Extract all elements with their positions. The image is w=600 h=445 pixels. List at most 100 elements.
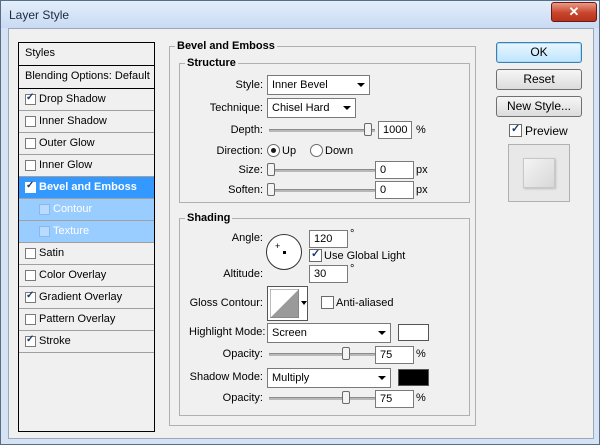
depth-slider-track[interactable]	[269, 129, 375, 132]
style-item-label: Contour	[53, 203, 93, 215]
preview-label: Preview	[525, 124, 568, 138]
style-checkbox[interactable]	[25, 116, 36, 127]
shadow-mode-label: Shadow Mode:	[189, 371, 263, 383]
direction-up-radio[interactable]	[267, 144, 280, 157]
shadow-opacity-label: Opacity:	[222, 392, 263, 404]
style-checkbox[interactable]	[25, 290, 36, 303]
gloss-contour-label: Gloss Contour:	[189, 297, 263, 309]
depth-unit: %	[416, 124, 426, 136]
size-slider-track[interactable]	[269, 169, 375, 172]
soften-slider-track[interactable]	[269, 189, 375, 192]
chevron-down-icon	[301, 301, 307, 305]
style-item-outer-glow[interactable]: Outer Glow	[19, 133, 154, 155]
style-checkbox[interactable]	[25, 270, 36, 281]
highlight-opacity-thumb[interactable]	[342, 347, 350, 360]
highlight-mode-select[interactable]: Screen	[267, 323, 391, 343]
close-button[interactable]: ✕	[551, 2, 597, 22]
size-input[interactable]: 0	[375, 161, 414, 179]
global-light-label: Use Global Light	[324, 250, 406, 262]
direction-label: Direction:	[216, 145, 263, 157]
size-value: 0	[380, 164, 387, 176]
structure-title: Structure	[185, 57, 238, 69]
chevron-down-icon	[378, 331, 386, 335]
style-item-texture[interactable]: Texture	[19, 221, 154, 243]
global-light-checkbox[interactable]	[309, 247, 322, 262]
style-item-stroke[interactable]: Stroke	[19, 331, 154, 353]
contour-preview-icon	[270, 289, 299, 318]
shading-title: Shading	[185, 212, 233, 224]
style-checkbox[interactable]	[25, 248, 36, 259]
ok-button[interactable]: OK	[496, 42, 582, 63]
style-item-label: Drop Shadow	[39, 93, 106, 105]
direction-down-label: Down	[325, 145, 354, 157]
preview-checkbox[interactable]	[509, 122, 522, 137]
new-style-button[interactable]: New Style...	[496, 96, 582, 117]
altitude-input[interactable]: 30	[309, 265, 348, 283]
anti-aliased-label: Anti-aliased	[336, 297, 394, 309]
style-item-label: Satin	[39, 247, 65, 259]
bevel-emboss-title: Bevel and Emboss	[175, 40, 277, 52]
close-icon: ✕	[568, 4, 580, 19]
reset-button[interactable]: Reset	[496, 69, 582, 90]
style-checkbox[interactable]	[25, 92, 36, 105]
blending-options-label: Blending Options: Default	[25, 70, 150, 82]
altitude-degree: °	[350, 263, 355, 275]
style-checkbox[interactable]	[25, 334, 36, 347]
chevron-down-icon	[343, 106, 351, 110]
style-checkbox[interactable]	[25, 314, 36, 325]
dialog-window: Layer Style ✕ Styles Blending Options: D…	[0, 0, 600, 445]
gloss-contour-picker[interactable]	[267, 286, 308, 321]
style-checkbox[interactable]	[25, 160, 36, 171]
style-item-bevel-and-emboss[interactable]: Bevel and Emboss	[19, 177, 154, 199]
technique-select[interactable]: Chisel Hard	[267, 98, 356, 118]
crosshair-icon: +	[275, 241, 281, 251]
style-checkbox[interactable]	[39, 204, 50, 215]
angle-input[interactable]: 120	[309, 230, 348, 248]
style-item-drop-shadow[interactable]: Drop Shadow	[19, 89, 154, 111]
highlight-opacity-input[interactable]: 75	[375, 346, 414, 364]
style-checkbox[interactable]	[25, 138, 36, 149]
style-item-label: Outer Glow	[39, 137, 95, 149]
highlight-color-swatch[interactable]	[398, 324, 429, 341]
shadow-opacity-value: 75	[380, 393, 393, 405]
highlight-opacity-unit: %	[416, 348, 426, 360]
depth-input[interactable]: 1000	[378, 121, 412, 139]
style-item-inner-glow[interactable]: Inner Glow	[19, 155, 154, 177]
depth-label: Depth:	[230, 124, 263, 136]
highlight-opacity-track[interactable]	[269, 353, 375, 356]
style-checkbox[interactable]	[39, 226, 50, 237]
styles-header[interactable]: Styles	[19, 43, 154, 66]
altitude-value: 30	[314, 268, 327, 280]
style-item-label: Stroke	[39, 335, 71, 347]
shadow-opacity-thumb[interactable]	[342, 391, 350, 404]
shadow-opacity-input[interactable]: 75	[375, 390, 414, 408]
size-slider-thumb[interactable]	[267, 163, 275, 176]
soften-input[interactable]: 0	[375, 181, 414, 199]
style-item-contour[interactable]: Contour	[19, 199, 154, 221]
shadow-color-swatch[interactable]	[398, 369, 429, 386]
direction-down-radio[interactable]	[310, 144, 323, 157]
depth-slider-thumb[interactable]	[364, 123, 372, 136]
style-item-pattern-overlay[interactable]: Pattern Overlay	[19, 309, 154, 331]
style-item-label: Bevel and Emboss	[39, 181, 137, 193]
blending-options-item[interactable]: Blending Options: Default	[19, 66, 154, 89]
technique-label: Technique:	[209, 102, 263, 114]
chevron-down-icon	[378, 376, 386, 380]
style-item-inner-shadow[interactable]: Inner Shadow	[19, 111, 154, 133]
shadow-mode-select[interactable]: Multiply	[267, 368, 391, 388]
preview-thumbnail	[523, 158, 555, 188]
soften-label: Soften:	[228, 184, 263, 196]
style-item-gradient-overlay[interactable]: Gradient Overlay	[19, 287, 154, 309]
soften-slider-thumb[interactable]	[267, 183, 275, 196]
style-select[interactable]: Inner Bevel	[267, 75, 370, 95]
style-item-color-overlay[interactable]: Color Overlay	[19, 265, 154, 287]
style-checkbox[interactable]	[25, 180, 36, 193]
window-title: Layer Style	[9, 8, 70, 22]
anti-aliased-checkbox[interactable]	[321, 296, 334, 309]
angle-dial[interactable]: +	[266, 234, 302, 270]
style-item-satin[interactable]: Satin	[19, 243, 154, 265]
shadow-mode-value: Multiply	[272, 372, 310, 384]
title-bar[interactable]: Layer Style ✕	[1, 1, 599, 28]
shadow-opacity-track[interactable]	[269, 397, 375, 400]
shadow-opacity-unit: %	[416, 392, 426, 404]
